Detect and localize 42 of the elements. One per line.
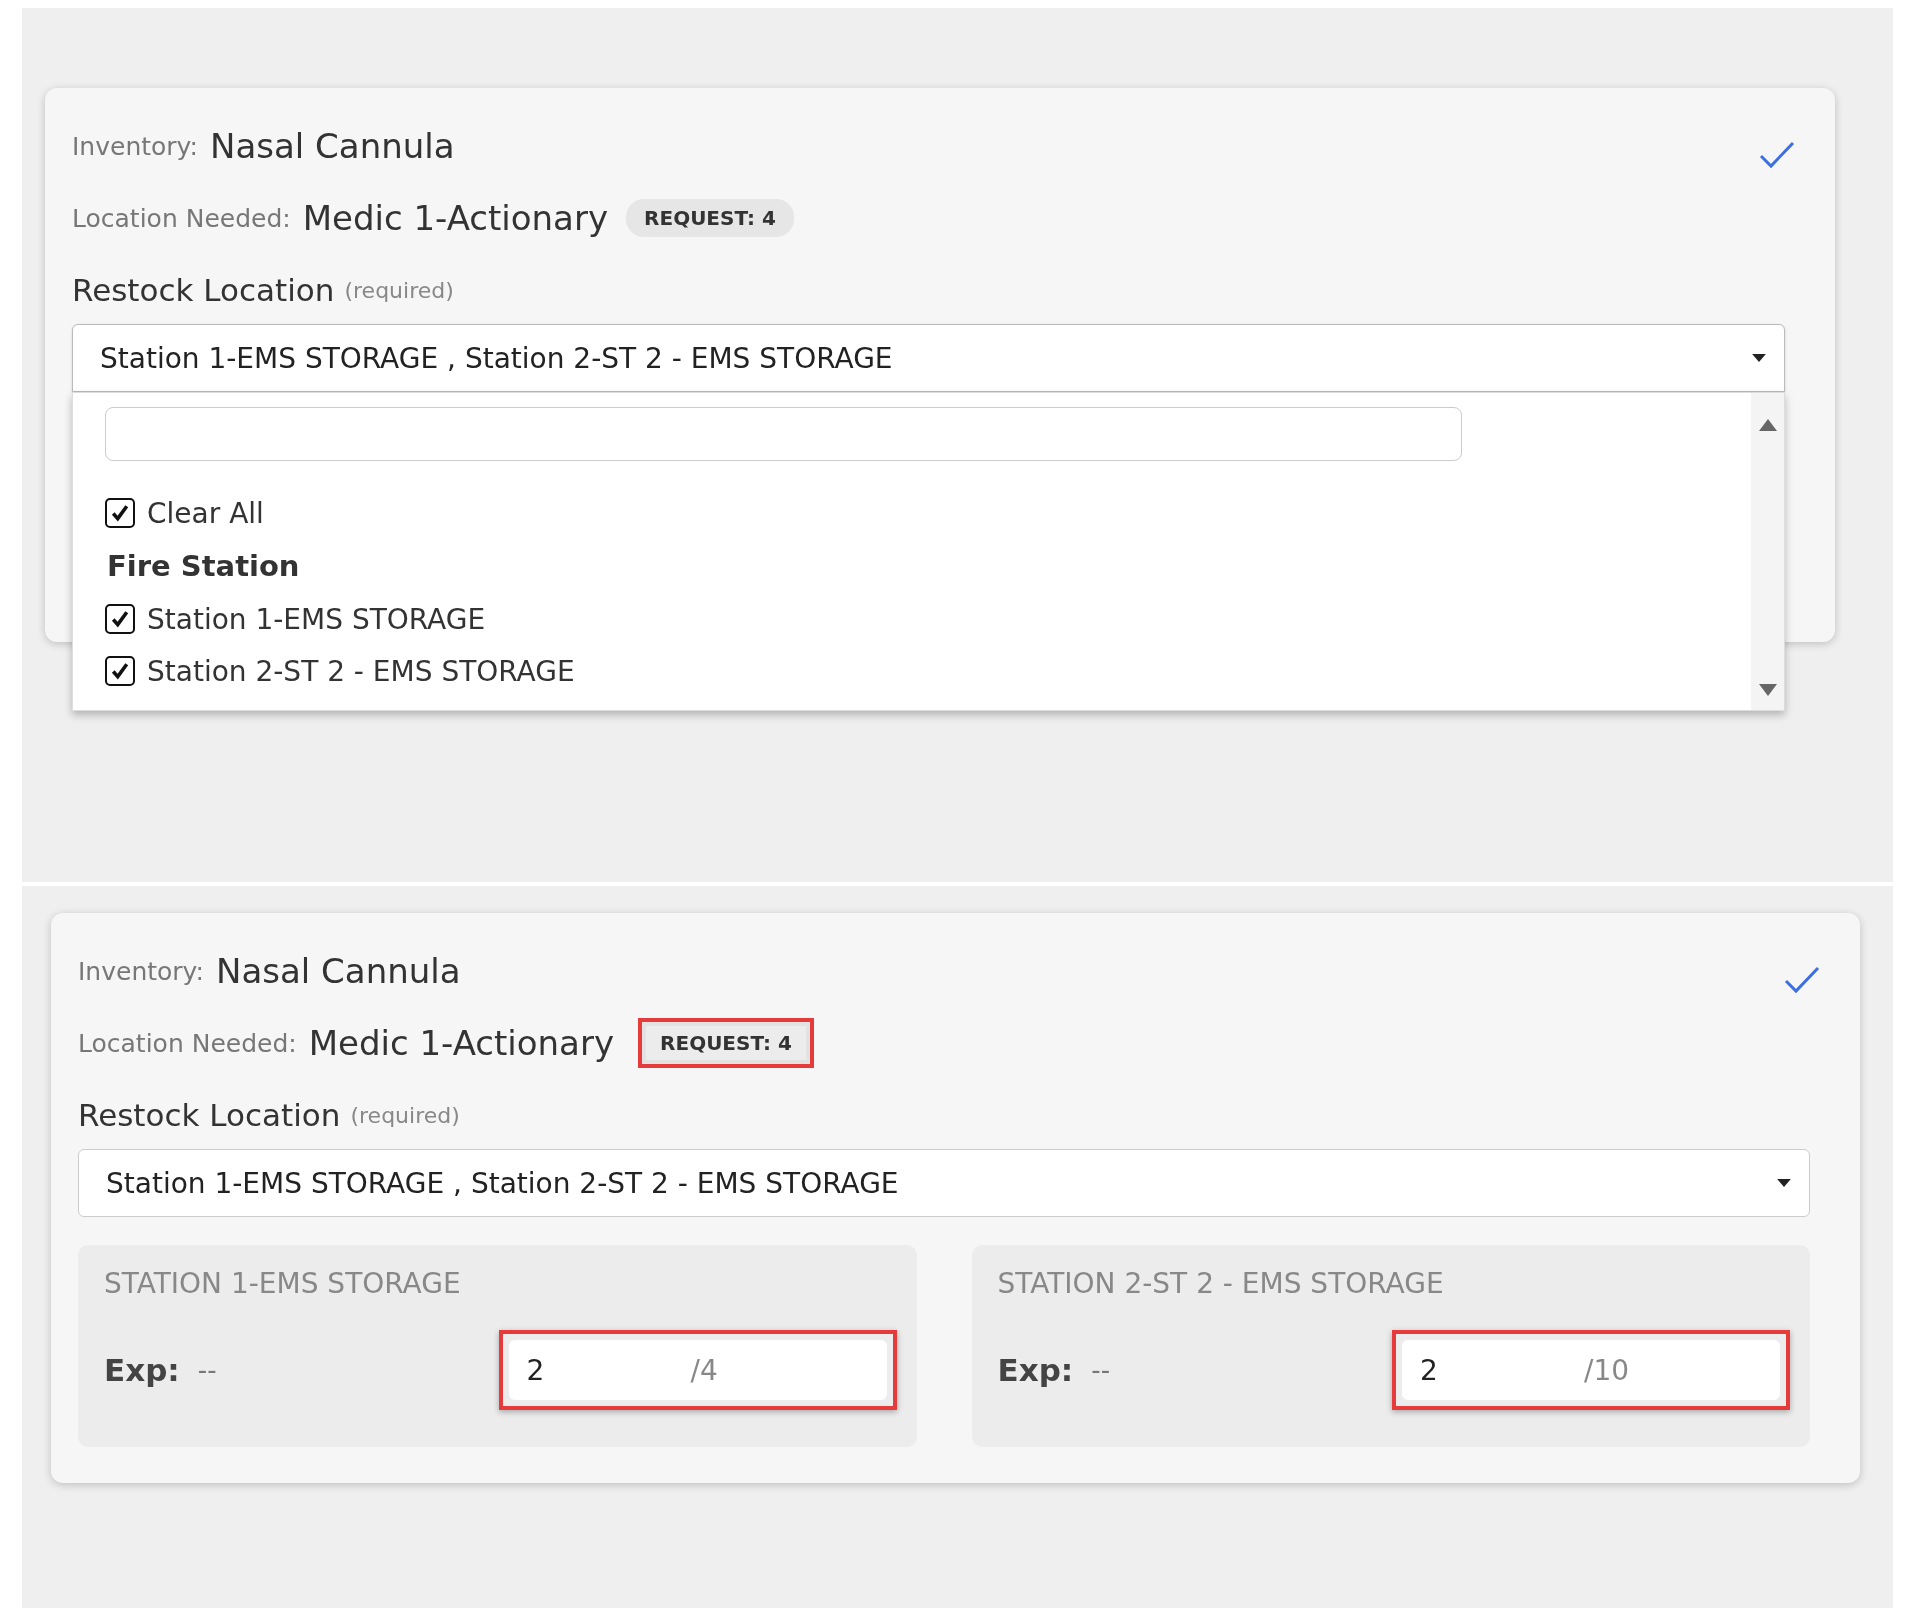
store-title: STATION 1-EMS STORAGE	[104, 1267, 462, 1300]
quantity-max: /10	[1584, 1353, 1630, 1387]
select-field[interactable]: Station 1-EMS STORAGE , Station 2-ST 2 - EMS STORAGE	[72, 324, 1785, 392]
group-heading: Fire Station	[106, 548, 301, 585]
search-field[interactable]	[105, 407, 1462, 461]
store-title: STATION 2-ST 2 - EMS STORAGE	[997, 1267, 1445, 1300]
checkbox[interactable]	[105, 656, 135, 686]
required-note: (required)	[350, 1102, 460, 1128]
option-label[interactable]: Station 2-ST 2 - EMS STORAGE	[147, 654, 575, 688]
section-title: Restock Location	[72, 272, 335, 308]
exp-value: --	[197, 1355, 218, 1385]
check-icon	[111, 662, 129, 680]
check-icon	[111, 504, 129, 522]
location-label: Location Needed:	[72, 203, 291, 233]
exp-label: Exp:	[104, 1352, 180, 1388]
location-name: Medic 1-Actionary	[302, 198, 609, 238]
location-name: Medic 1-Actionary	[308, 1023, 615, 1063]
inventory-name: Nasal Cannula	[216, 951, 461, 991]
quantity-field[interactable]: 2 /4	[508, 1340, 887, 1400]
inventory-label: Inventory:	[72, 131, 198, 161]
quantity-max: /4	[690, 1353, 718, 1387]
caret-icon	[1777, 1179, 1791, 1187]
request-badge: REQUEST: 4	[626, 199, 794, 237]
exp-label: Exp:	[997, 1352, 1074, 1388]
select-field[interactable]: Station 1-EMS STORAGE , Station 2-ST 2 - EMS STORAGE	[78, 1149, 1810, 1217]
quantity-field[interactable]: 2 /10	[1402, 1340, 1780, 1400]
check-icon	[111, 610, 129, 628]
required-note: (required)	[344, 277, 454, 303]
section-title: Restock Location	[78, 1097, 341, 1133]
scrollbar[interactable]	[1751, 393, 1784, 710]
option-label[interactable]: Station 1-EMS STORAGE	[147, 602, 486, 636]
caret-icon	[1752, 354, 1766, 362]
checkbox[interactable]	[105, 498, 135, 528]
location-label: Location Needed:	[78, 1028, 297, 1058]
inventory-label: Inventory:	[78, 956, 204, 986]
exp-value: --	[1091, 1355, 1112, 1385]
checkbox[interactable]	[105, 604, 135, 634]
scroll-up-icon	[1758, 419, 1777, 431]
scroll-down-icon	[1758, 684, 1777, 696]
request-badge: REQUEST: 4	[646, 1026, 806, 1060]
option-label[interactable]: Clear All	[147, 496, 264, 530]
inventory-name: Nasal Cannula	[210, 126, 455, 166]
